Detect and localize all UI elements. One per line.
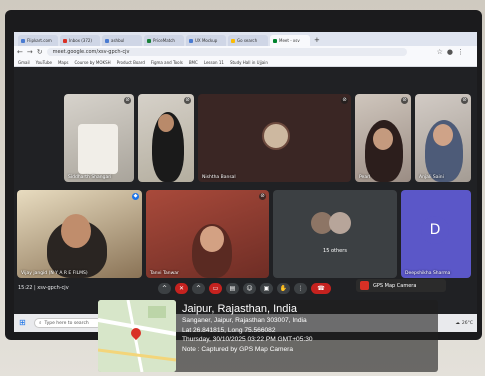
- browser-tab[interactable]: Inbox (372): [60, 35, 100, 46]
- gps-address: Sanganer, Jaipur, Rajasthan 303007, Indi…: [182, 317, 307, 324]
- bookmark-item[interactable]: BMC: [189, 60, 198, 65]
- mic-menu-icon[interactable]: ^: [158, 282, 171, 294]
- gps-app-icon: [360, 281, 369, 290]
- bookmark-item[interactable]: Gmail: [18, 60, 30, 65]
- participant-tile[interactable]: ◆ Vijay jangid (N Y A R E FILMS): [17, 190, 142, 278]
- bookmark-item[interactable]: Maps: [58, 60, 69, 65]
- tab-favicon-icon: [231, 38, 235, 43]
- bookmark-item[interactable]: Product Board: [117, 60, 145, 65]
- participant-name: Vijay jangid (N Y A R E FILMS): [21, 271, 88, 276]
- browser-tabbar: Flipkart.com Inbox (372) ashbul PriceMat…: [14, 32, 477, 46]
- windows-start-icon[interactable]: ⊞: [19, 318, 26, 327]
- bookmark-item[interactable]: Figma and Tools: [151, 60, 183, 65]
- tab-favicon-icon: [147, 38, 151, 43]
- participant-name: Tanvi Tanwar: [150, 271, 179, 276]
- tab-favicon-icon: [273, 38, 277, 43]
- tab-favicon-icon: [21, 38, 25, 43]
- participant-tile[interactable]: ⊘ Nishtha Bansal: [198, 94, 351, 182]
- gps-stamp-text: Jaipur, Rajasthan, India Sanganer, Jaipu…: [182, 300, 442, 354]
- participant-tile[interactable]: ⊘: [138, 94, 194, 182]
- bookmark-item[interactable]: YouTube: [36, 60, 52, 65]
- participant-tile[interactable]: ⊘ Tanvi Tanwar: [146, 190, 269, 278]
- emoji-icon[interactable]: ☺: [243, 282, 256, 294]
- participant-tile[interactable]: ⊘ Pearl: [355, 94, 411, 182]
- participant-tile[interactable]: ⊘ Anjali Saini: [415, 94, 471, 182]
- tab-favicon-icon: [63, 38, 67, 43]
- bookmark-item[interactable]: Lesson 11: [204, 60, 224, 65]
- camera-menu-icon[interactable]: ^: [192, 282, 205, 294]
- participant-face: [200, 226, 224, 252]
- participant-name: Pearl: [359, 175, 371, 180]
- tab-favicon-icon: [105, 38, 109, 43]
- participant-face: [61, 214, 91, 248]
- mic-off-icon: ⊘: [401, 97, 408, 104]
- bookmark-item[interactable]: Study Hall in Ujjain: [230, 60, 268, 65]
- back-icon[interactable]: ←: [17, 48, 23, 56]
- participant-name: Anjali Saini: [419, 175, 444, 180]
- mic-off-icon: ⊘: [341, 97, 348, 104]
- star-icon[interactable]: ☆: [437, 48, 443, 56]
- hand-icon[interactable]: ✋: [277, 282, 290, 294]
- browser-tab[interactable]: PriceMatch: [144, 35, 184, 46]
- participant-name: Nishtha Bansal: [202, 175, 236, 180]
- mic-off-icon: ⊘: [184, 97, 191, 104]
- participant-name: Siddharth Shangari: [68, 175, 112, 180]
- participant-avatar: [329, 212, 351, 234]
- url-field[interactable]: meet.google.com/xsv-gpch-cjv: [46, 48, 407, 56]
- browser-tab[interactable]: Flipkart.com: [18, 35, 58, 46]
- tab-favicon-icon: [189, 38, 193, 43]
- participant-tile[interactable]: D Deepshikha Sharma: [401, 190, 471, 278]
- meeting-controls: ^ ✕ ^ ▭ ▤ ☺ ▣ ✋ ⋮ ☎: [158, 282, 335, 294]
- browser-addressbar: ← → ↻ meet.google.com/xsv-gpch-cjv ☆ ● ⋮: [14, 46, 477, 58]
- present-icon[interactable]: ▣: [260, 282, 273, 294]
- browser-tab[interactable]: Go search: [228, 35, 268, 46]
- weather-text: 26°C: [461, 320, 473, 326]
- participant-avatar: D: [421, 216, 449, 244]
- reload-icon[interactable]: ↻: [37, 48, 43, 56]
- menu-icon[interactable]: ⋮: [457, 48, 464, 56]
- system-tray: ☁ 26°C: [455, 321, 473, 326]
- gps-location-title: Jaipur, Rajasthan, India: [182, 303, 297, 315]
- map-thumbnail: [98, 300, 176, 372]
- profile-icon[interactable]: ●: [447, 48, 453, 56]
- browser-tab[interactable]: UX Mockup: [186, 35, 226, 46]
- gps-note: Note : Captured by GPS Map Camera: [182, 345, 294, 353]
- browser-tab[interactable]: ashbul: [102, 35, 142, 46]
- end-call-icon[interactable]: ☎: [311, 282, 331, 294]
- forward-icon[interactable]: →: [27, 48, 33, 56]
- search-icon: ⌕: [39, 321, 42, 326]
- gps-datetime: Thursday, 30/10/2025 03:22 PM GMT+05:30: [182, 336, 313, 343]
- mic-off-icon[interactable]: ✕: [175, 282, 188, 294]
- participant-video: [78, 124, 118, 174]
- participant-face: [433, 124, 453, 146]
- mic-off-icon: ⊘: [461, 97, 468, 104]
- pin-icon: ◆: [132, 193, 139, 200]
- participant-tile[interactable]: ⊘ Siddharth Shangari: [64, 94, 134, 182]
- participant-face: [158, 114, 174, 132]
- participant-avatar: [262, 122, 290, 150]
- participant-tile-others[interactable]: 15 others: [273, 190, 397, 278]
- captions-icon[interactable]: ▤: [226, 282, 239, 294]
- more-icon[interactable]: ⋮: [294, 282, 307, 294]
- participant-name: Deepshikha Sharma: [405, 271, 451, 276]
- meeting-time-code: 15:22 | xsv-gpch-cjv: [18, 285, 69, 291]
- bookmark-item[interactable]: Course by MOKSH: [74, 60, 110, 65]
- camera-off-icon[interactable]: ▭: [209, 282, 222, 294]
- gps-camera-badge: GPS Map Camera: [356, 279, 446, 292]
- participant-face: [373, 128, 393, 150]
- bookmarks-bar: Gmail YouTube Maps Course by MOKSH Produ…: [14, 58, 477, 67]
- mic-off-icon: ⊘: [259, 193, 266, 200]
- others-count: 15 others: [323, 248, 347, 254]
- browser-tab-active[interactable]: Meet - xsv: [270, 35, 310, 46]
- new-tab-icon[interactable]: +: [314, 35, 320, 46]
- gps-latlong: Lat 26.841815, Long 75.566082: [182, 326, 276, 334]
- weather-icon: ☁: [455, 320, 460, 326]
- mic-off-icon: ⊘: [124, 97, 131, 104]
- taskbar-search-input[interactable]: ⌕ Type here to search: [34, 318, 102, 328]
